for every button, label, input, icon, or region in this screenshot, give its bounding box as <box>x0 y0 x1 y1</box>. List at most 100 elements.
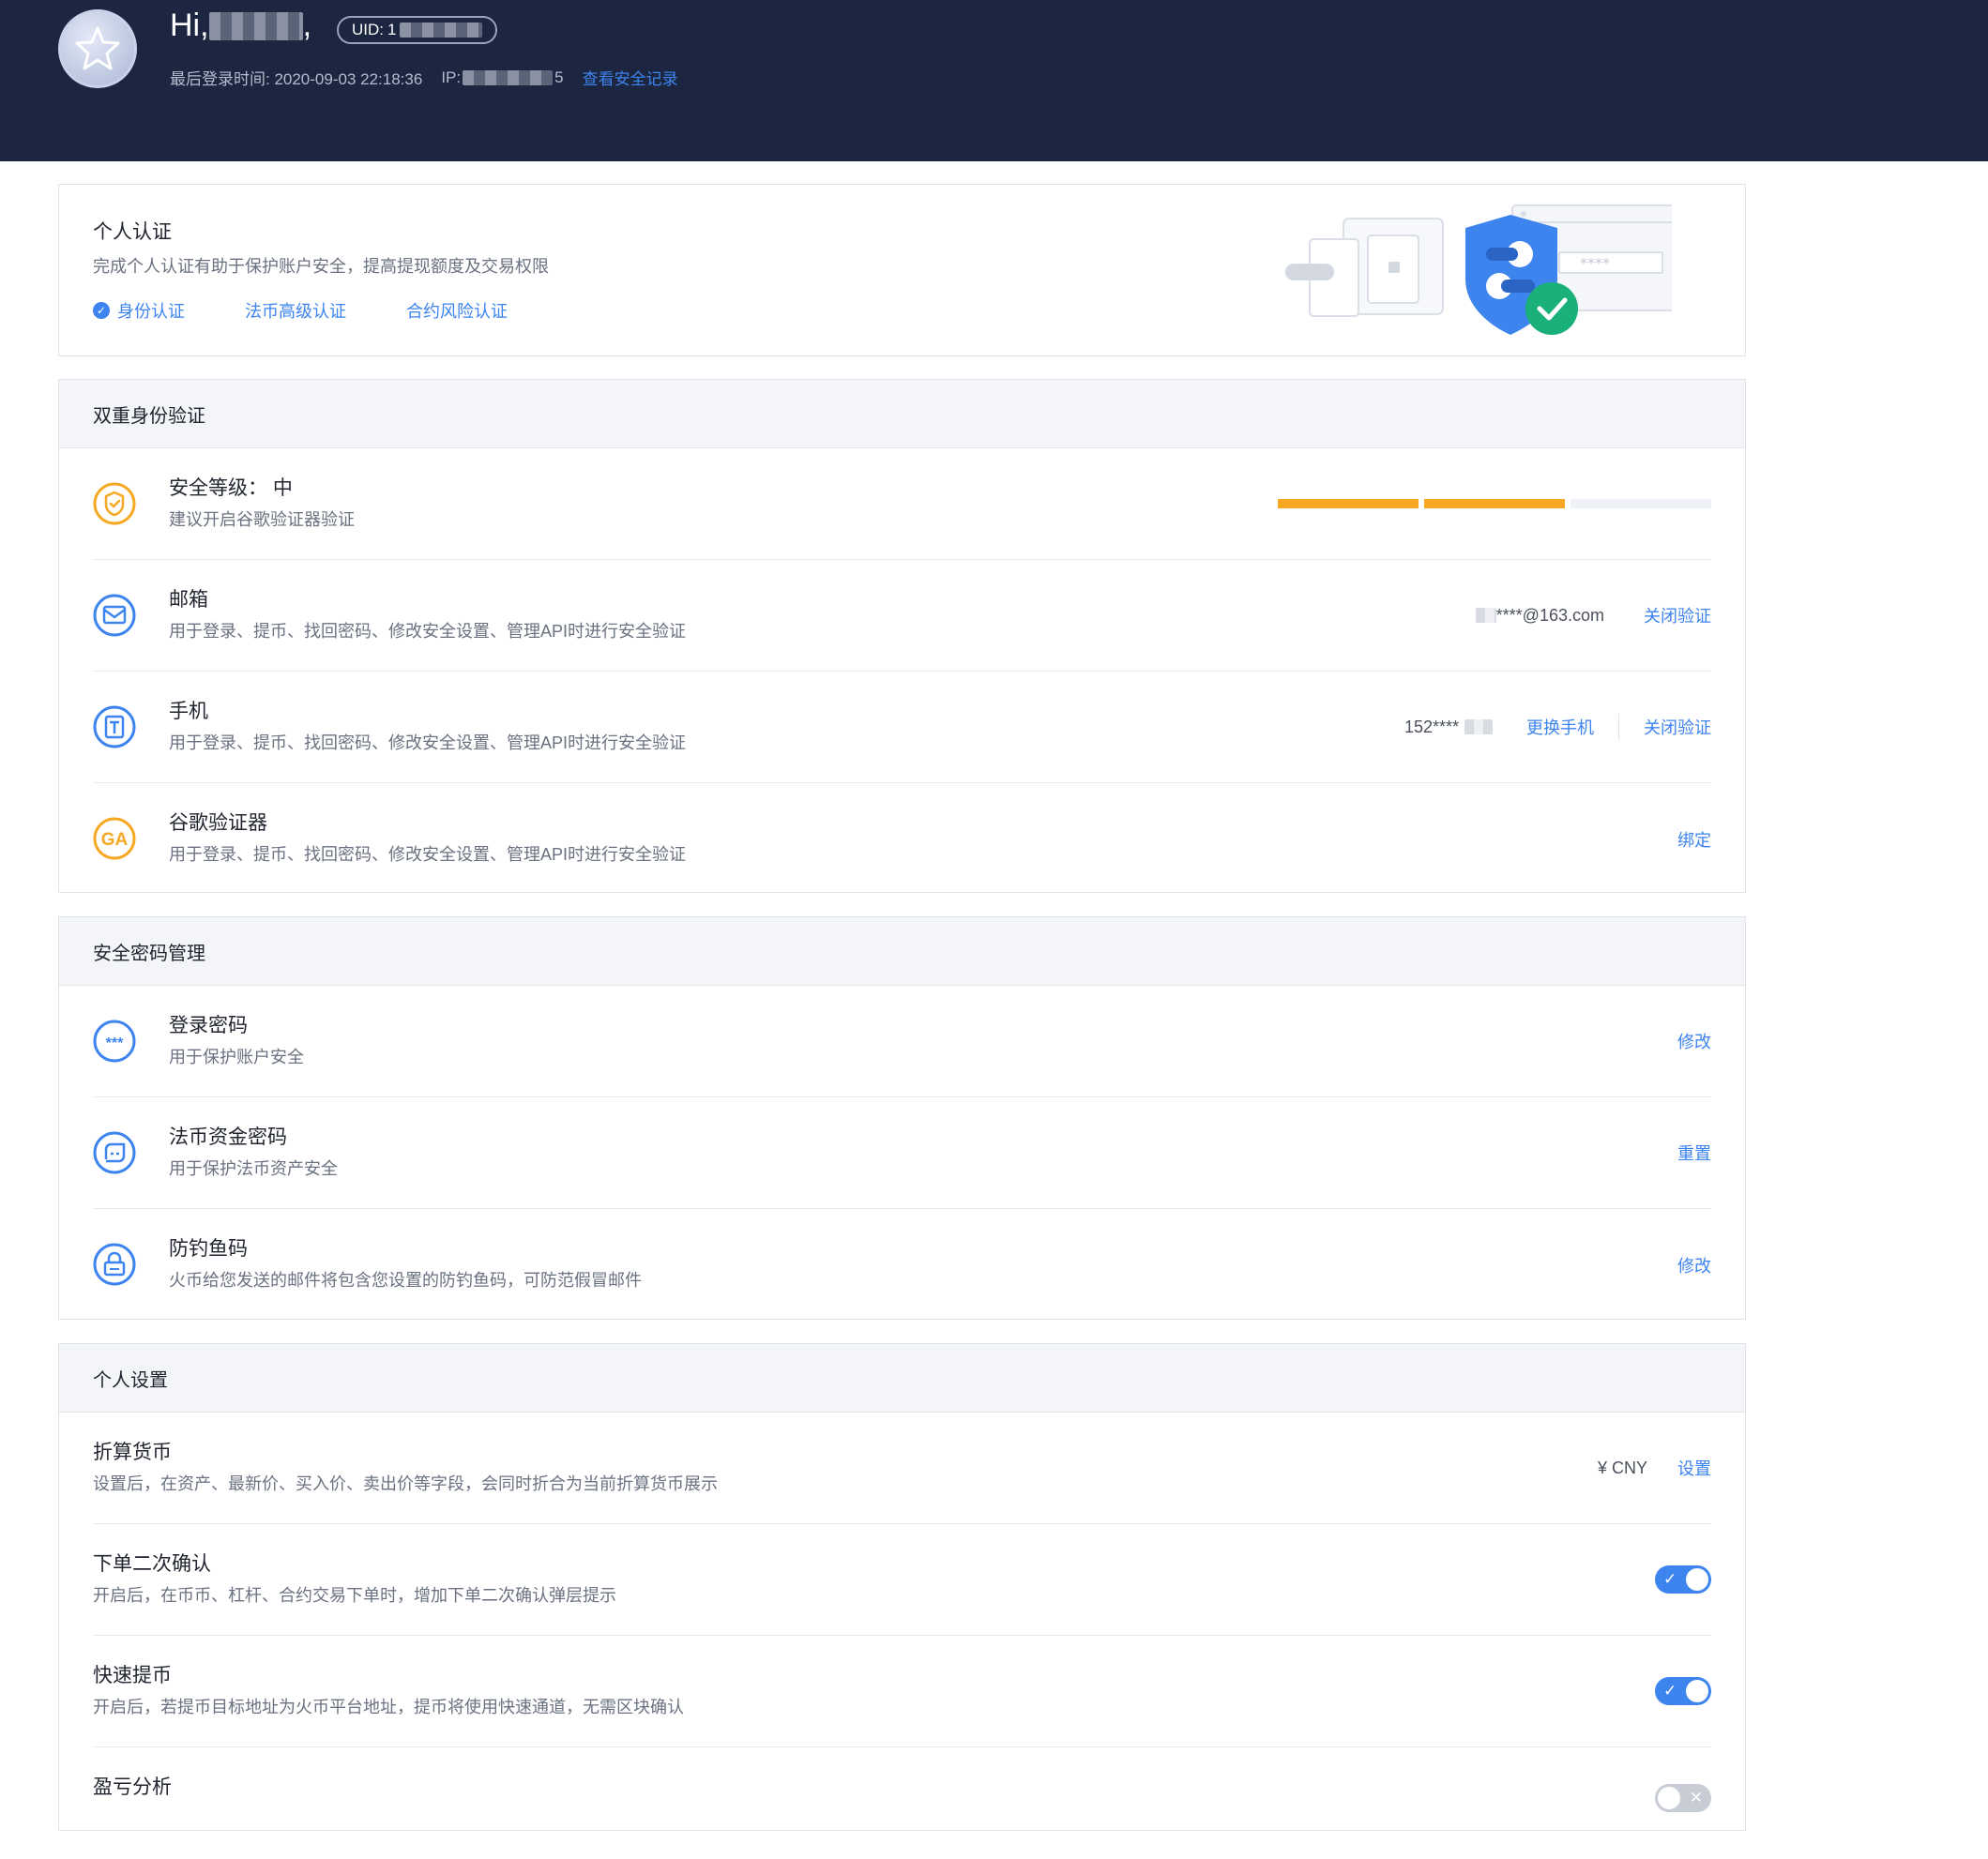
greeting-suffix: , <box>302 8 312 43</box>
phone-value-text: 152**** <box>1404 717 1459 736</box>
phone-actions: 152**** 更换手机 关闭验证 <box>1404 672 1711 782</box>
ip-address: IP: 5 <box>441 68 563 87</box>
identity-verification-label: 身份认证 <box>117 302 185 321</box>
ip-tail: 5 <box>554 68 564 86</box>
anti-phishing-desc: 火币给您发送的邮件将包含您设置的防钓鱼码，可防范假冒邮件 <box>169 1271 642 1290</box>
fiat-password-title: 法币资金密码 <box>169 1126 287 1148</box>
fiat-password-icon <box>93 1131 136 1174</box>
masked-username <box>208 11 303 40</box>
email-actions: ****@163.com 关闭验证 <box>1475 560 1711 671</box>
phone-row: 手机 用于登录、提币、找回密码、修改安全设置、管理API时进行安全验证 152*… <box>93 672 1711 783</box>
fast-withdraw-actions: ✓ <box>1655 1636 1711 1746</box>
set-currency-button[interactable]: 设置 <box>1677 1456 1711 1480</box>
security-level-bar <box>1278 499 1711 508</box>
ip-label: IP: <box>441 68 462 86</box>
lock-icon <box>93 1243 136 1286</box>
login-password-icon-label: *** <box>106 1035 124 1051</box>
fast-withdraw-desc: 开启后，若提币目标地址为火币平台地址，提币将使用快速通道，无需区块确认 <box>93 1698 684 1716</box>
verified-check-icon: ✓ <box>93 302 110 319</box>
last-login: 最后登录时间: 2020-09-03 22:18:36 <box>170 70 423 88</box>
email-row: 邮箱 用于登录、提币、找回密码、修改安全设置、管理API时进行安全验证 ****… <box>93 560 1711 672</box>
toggle-knob <box>1686 1568 1708 1591</box>
avatar[interactable] <box>58 9 137 88</box>
reset-fiat-password-button[interactable]: 重置 <box>1677 1141 1711 1165</box>
verification-title: 个人认证 <box>93 221 172 243</box>
identity-verification-link[interactable]: ✓ 身份认证 <box>93 298 185 323</box>
fast-withdraw-row: 快速提币 开启后，若提币目标地址为火币平台地址，提币将使用快速通道，无需区块确认… <box>93 1636 1711 1747</box>
email-close-verification-button[interactable]: 关闭验证 <box>1644 603 1711 627</box>
email-value: ****@163.com <box>1475 605 1604 626</box>
change-phone-button[interactable]: 更换手机 <box>1526 715 1594 739</box>
check-icon: ✓ <box>1663 1682 1677 1700</box>
security-level-title: 安全等级： 中 <box>169 477 293 499</box>
phone-title: 手机 <box>169 701 208 722</box>
order-confirm-row: 下单二次确认 开启后，在币币、杠杆、合约交易下单时，增加下单二次确认弹层提示 ✓ <box>93 1524 1711 1636</box>
security-level-segment <box>1571 499 1711 508</box>
phone-value: 152**** <box>1404 718 1493 737</box>
masked-email-prefix <box>1475 608 1496 623</box>
login-password-actions: 修改 <box>1677 986 1711 1096</box>
settings-panel: 个人设置 折算货币 设置后，在资产、最新价、买入价、卖出价等字段，会同时折合为当… <box>58 1343 1746 1831</box>
email-title: 邮箱 <box>169 589 208 611</box>
account-header: Hi, , UID: 1 最后登录时间: 2020-09-03 22:18:36… <box>0 0 1988 161</box>
toggle-knob <box>1686 1680 1708 1702</box>
settings-section-title: 个人设置 <box>59 1344 1745 1413</box>
email-icon <box>93 594 136 637</box>
currency-actions: ¥ CNY 设置 <box>1598 1413 1711 1523</box>
currency-value: ¥ CNY <box>1597 1458 1647 1477</box>
email-value-text: ****@163.com <box>1495 605 1604 625</box>
modify-login-password-button[interactable]: 修改 <box>1677 1029 1711 1053</box>
verification-desc: 完成个人认证有助于保护账户安全，提高提现额度及交易权限 <box>93 257 549 276</box>
login-password-desc: 用于保护账户安全 <box>169 1048 304 1066</box>
masked-ip <box>463 69 554 85</box>
fiat-password-actions: 重置 <box>1677 1097 1711 1208</box>
greeting-label: Hi, <box>170 8 209 43</box>
security-log-link[interactable]: 查看安全记录 <box>583 66 678 89</box>
two-factor-section-title: 双重身份验证 <box>59 380 1745 448</box>
verification-panel: 个人认证 完成个人认证有助于保护账户安全，提高提现额度及交易权限 ✓ 身份认证 … <box>58 184 1746 356</box>
masked-uid <box>400 23 483 38</box>
password-section-title: 安全密码管理 <box>59 917 1745 986</box>
currency-desc: 设置后，在资产、最新价、买入价、卖出价等字段，会同时折合为当前折算货币展示 <box>93 1474 718 1493</box>
login-password-icon: *** <box>93 1020 136 1063</box>
pnl-analysis-toggle[interactable]: ✕ <box>1655 1784 1711 1812</box>
security-level-segment <box>1278 499 1419 508</box>
phone-close-verification-button[interactable]: 关闭验证 <box>1644 715 1711 739</box>
fiat-advanced-verification-link[interactable]: 法币高级认证 <box>245 298 346 323</box>
order-confirm-toggle[interactable]: ✓ <box>1655 1565 1711 1594</box>
login-meta: 最后登录时间: 2020-09-03 22:18:36 IP: 5 查看安全记录 <box>170 66 678 89</box>
security-level-segment <box>1424 499 1565 508</box>
security-level-indicator <box>1278 448 1711 559</box>
currency-title: 折算货币 <box>93 1442 172 1463</box>
anti-phishing-actions: 修改 <box>1677 1209 1711 1321</box>
pnl-analysis-actions: ✕ <box>1655 1761 1711 1836</box>
fiat-password-row: 法币资金密码 用于保护法币资产安全 重置 <box>93 1097 1711 1209</box>
login-password-title: 登录密码 <box>169 1015 248 1036</box>
google-authenticator-title: 谷歌验证器 <box>169 812 267 834</box>
modify-anti-phishing-button[interactable]: 修改 <box>1677 1253 1711 1277</box>
order-confirm-actions: ✓ <box>1655 1524 1711 1635</box>
phone-icon <box>93 705 136 748</box>
two-factor-panel: 双重身份验证 安全等级： 中 建议开启谷歌验证器验证 邮箱 用于登录、提币、找回… <box>58 379 1746 893</box>
security-level-desc: 建议开启谷歌验证器验证 <box>169 510 355 529</box>
phone-desc: 用于登录、提币、找回密码、修改安全设置、管理API时进行安全验证 <box>169 733 687 752</box>
anti-phishing-title: 防钓鱼码 <box>169 1238 248 1260</box>
bind-google-authenticator-button[interactable]: 绑定 <box>1677 827 1711 852</box>
check-icon: ✓ <box>1663 1570 1677 1588</box>
google-authenticator-icon-label: GA <box>101 830 129 850</box>
security-level-shield-icon <box>93 482 136 525</box>
password-panel: 安全密码管理 *** 登录密码 用于保护账户安全 修改 法币资金密码 用于保护法… <box>58 916 1746 1320</box>
security-shield-illustration: **** <box>1285 204 1672 335</box>
contract-risk-verification-link[interactable]: 合约风险认证 <box>406 298 508 323</box>
currency-row: 折算货币 设置后，在资产、最新价、买入价、卖出价等字段，会同时折合为当前折算货币… <box>93 1413 1711 1524</box>
email-desc: 用于登录、提币、找回密码、修改安全设置、管理API时进行安全验证 <box>169 622 687 641</box>
uid-label: UID: <box>352 21 384 38</box>
action-divider <box>1618 714 1619 740</box>
fast-withdraw-toggle[interactable]: ✓ <box>1655 1677 1711 1705</box>
uid-value: 1 <box>387 21 397 38</box>
uid-badge: UID: 1 <box>337 16 498 44</box>
pnl-analysis-row: 盈亏分析 ✕ <box>93 1747 1711 1859</box>
fast-withdraw-title: 快速提币 <box>93 1665 172 1686</box>
toggle-knob <box>1658 1787 1680 1809</box>
close-icon: ✕ <box>1689 1789 1703 1806</box>
